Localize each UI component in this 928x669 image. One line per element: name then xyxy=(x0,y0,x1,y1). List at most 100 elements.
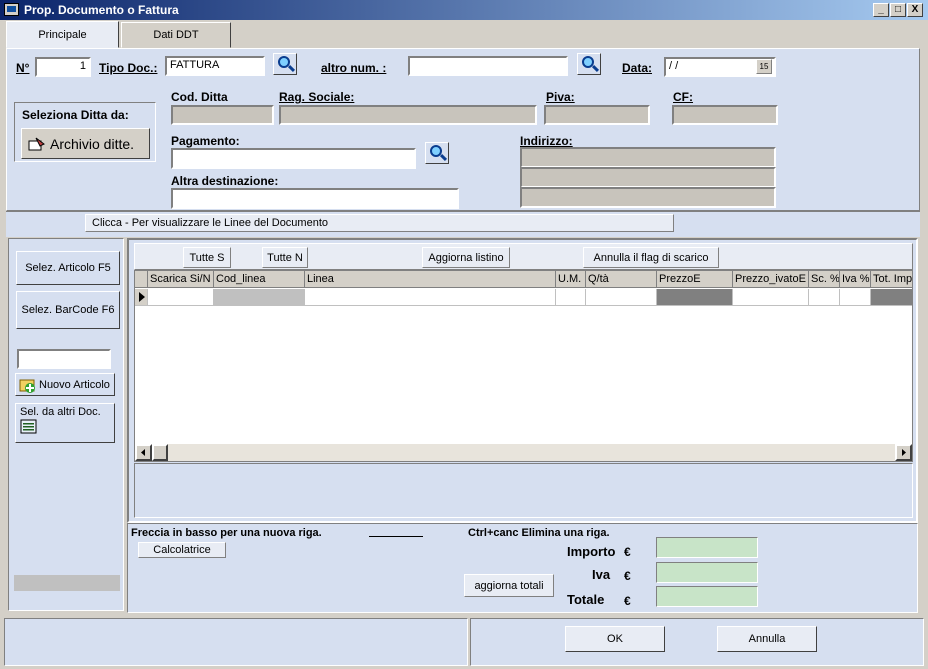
data-label: Data: xyxy=(622,61,653,75)
importo-label: Importo xyxy=(567,544,616,559)
window-title: Prop. Documento o Fattura xyxy=(24,3,179,17)
altro-num-input[interactable] xyxy=(408,56,568,76)
iva-field xyxy=(656,562,758,583)
hint-nuova-riga: Freccia in basso per una nuova riga. xyxy=(131,527,322,539)
tutte-n-button[interactable]: Tutte N xyxy=(262,247,308,268)
selez-barcode-button[interactable]: Selez. BarCode F6 xyxy=(16,291,120,329)
pagamento-input[interactable] xyxy=(171,148,416,169)
visualizza-linee-label: Clicca - Per visualizzare le Linee del D… xyxy=(92,217,328,229)
title-bar: Prop. Documento o Fattura _ □ X xyxy=(0,0,928,20)
tab-principale[interactable]: Principale xyxy=(6,21,119,48)
iva-label: Iva xyxy=(592,567,611,582)
grid-horizontal-scrollbar[interactable] xyxy=(135,444,912,461)
rag-sociale-field xyxy=(279,105,537,125)
hint-divider xyxy=(369,536,423,537)
tutte-s-button[interactable]: Tutte S xyxy=(183,247,231,268)
numero-label: N° xyxy=(16,61,30,75)
cell-prezzo-ivato[interactable] xyxy=(733,289,809,306)
barcode-input[interactable] xyxy=(17,349,111,369)
numero-input[interactable]: 1 xyxy=(35,57,91,77)
maximize-button[interactable]: □ xyxy=(890,3,906,17)
archive-icon xyxy=(28,137,45,150)
iva-currency: € xyxy=(624,569,631,583)
col-scarica[interactable]: Scarica Si/N xyxy=(148,271,214,288)
sel-altri-doc-label: Sel. da altri Doc. xyxy=(20,406,101,418)
archivio-ditte-button[interactable]: Archivio ditte. xyxy=(21,128,150,159)
archivio-ditte-label: Archivio ditte. xyxy=(50,135,135,152)
nuovo-articolo-label: Nuovo Articolo xyxy=(39,378,110,391)
tipo-doc-input[interactable]: FATTURA xyxy=(165,56,265,76)
col-linea[interactable]: Linea xyxy=(305,271,556,288)
lines-grid[interactable]: Scarica Si/N Cod_linea Linea U.M. Q/tà P… xyxy=(134,270,913,462)
tab-principale-label: Principale xyxy=(38,28,87,41)
tipo-doc-search-button[interactable] xyxy=(273,53,297,75)
rag-sociale-label: Rag. Sociale: xyxy=(279,90,355,104)
col-iva[interactable]: Iva % xyxy=(840,271,871,288)
cell-linea[interactable] xyxy=(305,289,556,306)
cf-label: CF: xyxy=(673,90,693,104)
document-list-icon xyxy=(20,419,37,434)
cell-scarica[interactable] xyxy=(148,289,214,306)
col-prezzo-ivato[interactable]: Prezzo_ivatoE xyxy=(733,271,809,288)
pagamento-label: Pagamento: xyxy=(171,134,240,148)
pagamento-search-button[interactable] xyxy=(425,142,449,164)
visualizza-linee-button[interactable]: Clicca - Per visualizzare le Linee del D… xyxy=(85,214,674,232)
col-tot-imp[interactable]: Tot. Imp xyxy=(871,271,912,288)
add-folder-icon xyxy=(19,379,35,393)
selez-articolo-button[interactable]: Selez. Articolo F5 xyxy=(16,251,120,285)
totale-label: Totale xyxy=(567,592,605,607)
col-sconto[interactable]: Sc. % xyxy=(809,271,840,288)
grid-summary-strip xyxy=(134,463,913,518)
totale-field xyxy=(656,586,758,607)
scroll-right-button[interactable] xyxy=(895,444,912,461)
indirizzo-line-2 xyxy=(520,167,776,188)
row-indicator xyxy=(135,289,148,306)
altro-num-search-button[interactable] xyxy=(577,53,601,75)
hint-elimina-riga: Ctrl+canc Elimina una riga. xyxy=(468,527,610,539)
magnifier-handle xyxy=(287,64,296,73)
cell-cod-linea[interactable] xyxy=(214,289,305,306)
altro-num-label: altro num. : xyxy=(321,61,387,75)
cod-ditta-label: Cod. Ditta xyxy=(171,90,228,104)
cell-iva[interactable] xyxy=(840,289,871,306)
row-arrow-icon xyxy=(139,292,145,302)
col-qta[interactable]: Q/tà xyxy=(586,271,657,288)
bottom-status-left xyxy=(4,618,468,666)
calcolatrice-button[interactable]: Calcolatrice xyxy=(138,542,226,558)
tab-dati-ddt[interactable]: Dati DDT xyxy=(121,22,231,48)
cell-qta[interactable] xyxy=(586,289,657,306)
calendar-icon[interactable]: 15 xyxy=(756,59,772,74)
sel-altri-doc-button[interactable]: Sel. da altri Doc. xyxy=(15,403,115,443)
minimize-button[interactable]: _ xyxy=(873,3,889,17)
annulla-flag-button[interactable]: Annulla il flag di scarico xyxy=(583,247,719,268)
data-value: / / xyxy=(669,60,679,72)
col-um[interactable]: U.M. xyxy=(556,271,586,288)
indirizzo-line-3 xyxy=(520,187,776,208)
altra-destinazione-label: Altra destinazione: xyxy=(171,174,279,188)
scroll-left-button[interactable] xyxy=(135,444,152,461)
bottom-status-right xyxy=(470,618,924,666)
col-cod-linea[interactable]: Cod_linea xyxy=(214,271,305,288)
altra-destinazione-input[interactable] xyxy=(171,188,459,209)
indirizzo-line-1 xyxy=(520,147,776,168)
left-panel-status-strip xyxy=(14,575,120,591)
cell-prezzo[interactable] xyxy=(657,289,733,306)
ok-button[interactable]: OK xyxy=(565,626,665,652)
cell-sconto[interactable] xyxy=(809,289,840,306)
tipo-doc-label: Tipo Doc.: xyxy=(99,61,158,75)
seleziona-ditta-label: Seleziona Ditta da: xyxy=(22,108,129,122)
aggiorna-totali-button[interactable]: aggiorna totali xyxy=(464,574,554,597)
cell-tot-imp[interactable] xyxy=(871,289,912,306)
col-prezzo[interactable]: PrezzoE xyxy=(657,271,733,288)
close-button[interactable]: X xyxy=(907,3,923,17)
totale-currency: € xyxy=(624,594,631,608)
nuovo-articolo-button[interactable]: Nuovo Articolo xyxy=(15,373,115,396)
grid-toolbar xyxy=(134,243,913,270)
tab-dati-ddt-label: Dati DDT xyxy=(153,29,199,41)
importo-field xyxy=(656,537,758,558)
annulla-button[interactable]: Annulla xyxy=(717,626,817,652)
cell-um[interactable] xyxy=(556,289,586,306)
scroll-thumb[interactable] xyxy=(152,444,168,461)
arrow-left-icon xyxy=(141,449,145,456)
aggiorna-listino-button[interactable]: Aggiorna listino xyxy=(422,247,510,268)
